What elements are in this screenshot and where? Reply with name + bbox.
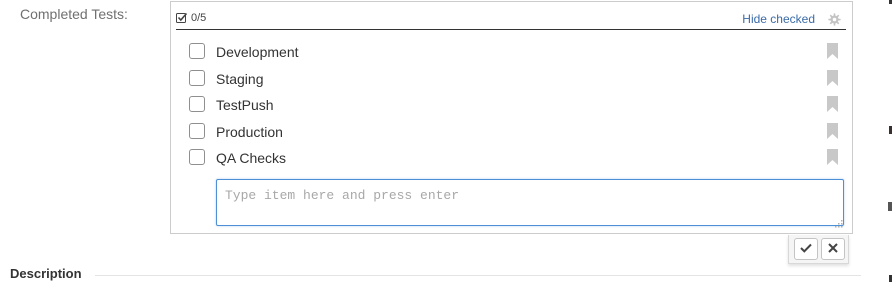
resize-grip-icon[interactable] [835,215,843,228]
checklist-panel: 0/5 Hide checked Development Staging Tes… [170,1,853,234]
item-checkbox[interactable] [189,69,205,86]
new-item-input[interactable] [216,179,844,226]
section-divider [95,275,861,276]
item-checkbox[interactable] [189,149,205,165]
gear-icon[interactable] [827,12,841,26]
bookmark-icon[interactable] [827,69,839,86]
checklist-item: Staging [171,67,852,94]
inline-edit-actions [788,235,849,264]
item-checkbox[interactable] [189,122,205,139]
checklist-items: Development Staging TestPush Production … [171,40,852,173]
close-icon [828,240,838,258]
description-heading: Description [10,266,82,281]
item-label[interactable]: Staging [216,71,263,87]
item-label[interactable]: QA Checks [216,150,286,166]
checkbox-checked-icon [176,12,188,24]
checklist-item: TestPush [171,93,852,120]
item-label[interactable]: Production [216,124,283,140]
item-label[interactable]: Development [216,44,299,60]
checklist-progress: 0/5 [176,12,206,24]
item-checkbox[interactable] [189,96,205,112]
checklist-header: 0/5 Hide checked [176,10,846,30]
hide-checked-link[interactable]: Hide checked [742,12,815,26]
edge-fragment [889,275,892,282]
edge-fragment [889,126,892,134]
edge-fragment [888,202,892,211]
checklist-item: Development [171,40,852,67]
checklist-item: QA Checks [171,146,852,173]
edge-fragment [889,0,892,4]
checklist-item: Production [171,120,852,147]
bookmark-icon[interactable] [827,122,839,139]
save-button[interactable] [794,238,818,260]
bookmark-icon[interactable] [827,43,839,59]
cancel-button[interactable] [821,238,845,260]
completed-tests-label: Completed Tests: [20,6,128,22]
issue-edit-page: Completed Tests: 0/5 Hide checked Develo… [0,0,893,282]
bookmark-icon[interactable] [827,149,839,165]
item-checkbox[interactable] [189,43,205,59]
progress-count: 0/5 [191,12,207,24]
bookmark-icon[interactable] [827,96,839,112]
check-icon [800,240,812,258]
item-label[interactable]: TestPush [216,97,274,113]
